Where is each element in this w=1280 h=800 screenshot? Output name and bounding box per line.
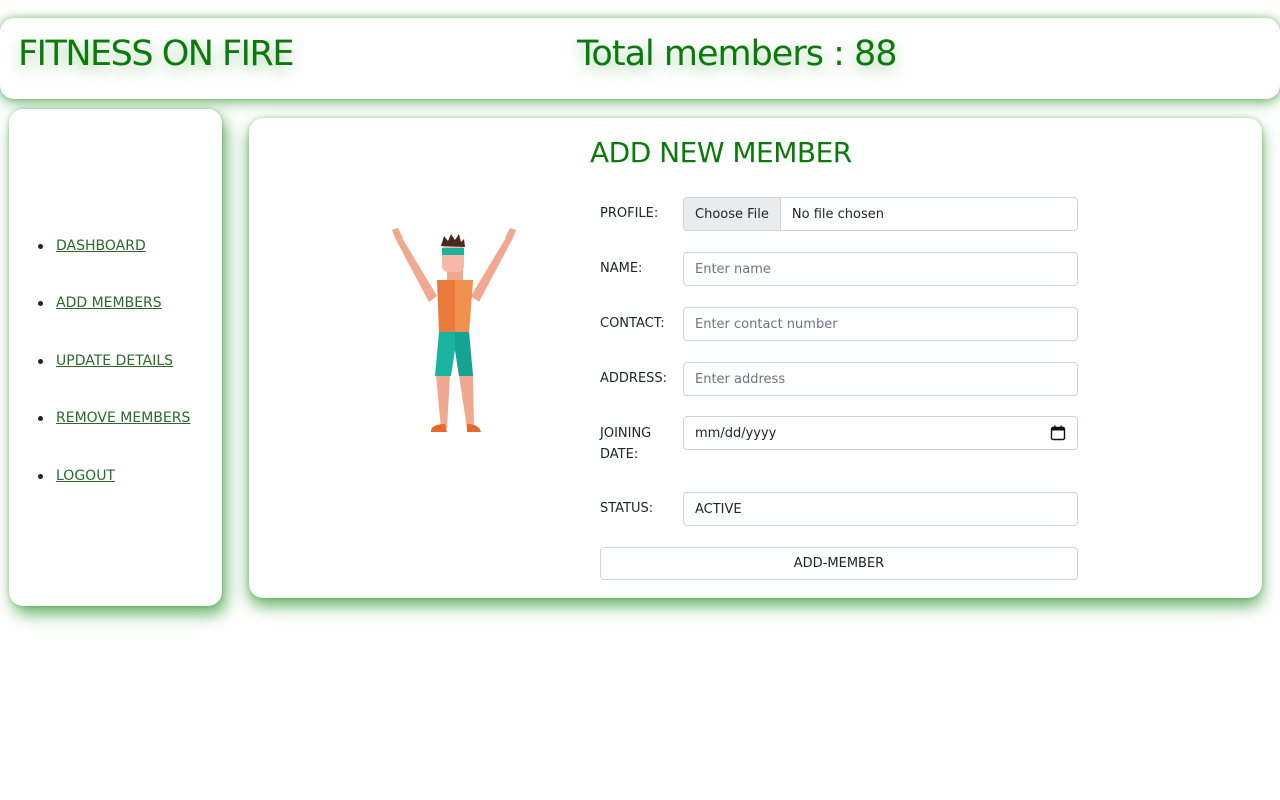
- sidebar-item-dashboard: DASHBOARD: [38, 234, 146, 258]
- joining-date-label-line2: DATE:: [600, 447, 639, 462]
- bullet: [38, 473, 43, 479]
- form-title: ADD NEW MEMBER: [590, 136, 852, 169]
- joining-date-label-line1: JOINING: [600, 426, 652, 441]
- bullet: [38, 415, 43, 421]
- sidebar-item-remove-members: REMOVE MEMBERS: [38, 406, 190, 430]
- brand-title: FITNESS ON FIRE: [18, 34, 294, 74]
- sidebar-link-remove-members[interactable]: REMOVE MEMBERS: [56, 410, 190, 426]
- joining-date-value: mm/dd/yyyy: [695, 425, 777, 441]
- sidebar-item-update-details: UPDATE DETAILS: [38, 349, 173, 373]
- sidebar-link-add-members[interactable]: ADD MEMBERS: [56, 295, 162, 311]
- calendar-icon[interactable]: [1050, 425, 1066, 441]
- bullet: [38, 243, 43, 249]
- address-input[interactable]: [683, 362, 1078, 396]
- name-input[interactable]: [683, 252, 1078, 286]
- add-member-button[interactable]: ADD-MEMBER: [600, 547, 1078, 580]
- bullet: [38, 358, 43, 364]
- profile-label: PROFILE:: [600, 206, 659, 221]
- name-label: NAME:: [600, 261, 643, 276]
- joining-date-label: JOINING DATE:: [600, 423, 651, 465]
- sidebar-link-logout[interactable]: LOGOUT: [56, 468, 115, 484]
- header: FITNESS ON FIRE Total members : 88: [0, 18, 1280, 99]
- sidebar-link-dashboard[interactable]: DASHBOARD: [56, 238, 146, 254]
- fitness-man-illustration: [392, 228, 516, 432]
- address-label: ADDRESS:: [600, 371, 668, 386]
- choose-file-button[interactable]: Choose File: [684, 198, 781, 230]
- sidebar-item-add-members: ADD MEMBERS: [38, 291, 162, 315]
- contact-label: CONTACT:: [600, 316, 665, 331]
- file-status: No file chosen: [791, 206, 884, 222]
- sidebar: DASHBOARD ADD MEMBERS UPDATE DETAILS REM…: [9, 109, 222, 606]
- sidebar-item-logout: LOGOUT: [38, 464, 115, 488]
- status-label: STATUS:: [600, 501, 654, 516]
- joining-date-input[interactable]: mm/dd/yyyy: [683, 416, 1078, 450]
- bullet: [38, 300, 43, 306]
- add-member-panel: ADD NEW MEMBER PROFILE: Choose File No f…: [249, 118, 1262, 598]
- contact-input[interactable]: [683, 307, 1078, 341]
- total-members-count: Total members : 88: [577, 34, 898, 74]
- sidebar-link-update-details[interactable]: UPDATE DETAILS: [56, 353, 173, 369]
- status-input[interactable]: [683, 492, 1078, 526]
- profile-file-input[interactable]: Choose File No file chosen: [683, 197, 1078, 231]
